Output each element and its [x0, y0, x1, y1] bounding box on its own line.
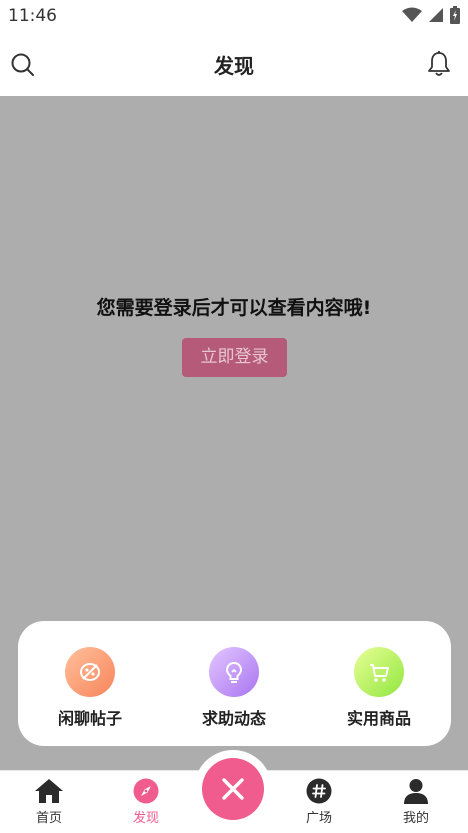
publish-menu: 闲聊帖子 求助动态 实用商品 — [18, 621, 451, 746]
publish-help-request-button[interactable]: 求助动态 — [179, 647, 289, 729]
battery-icon — [450, 6, 460, 24]
lightbulb-icon — [209, 647, 259, 697]
tab-discover[interactable]: 发现 — [116, 777, 176, 826]
wifi-icon — [402, 7, 422, 22]
tab-label: 首页 — [35, 811, 62, 826]
chat-post-icon — [65, 647, 115, 697]
login-required-message: 您需要登录后才可以查看内容哦! — [96, 297, 372, 319]
cart-icon — [354, 647, 404, 697]
publish-item-label: 实用商品 — [346, 709, 411, 728]
hashtag-icon — [306, 778, 332, 804]
bell-icon[interactable] — [426, 50, 452, 78]
tab-square[interactable]: 广场 — [289, 777, 349, 826]
login-button[interactable]: 立即登录 — [182, 338, 287, 377]
tab-me[interactable]: 我的 — [386, 777, 446, 826]
tab-label: 我的 — [402, 811, 429, 826]
compass-icon — [133, 778, 159, 804]
publish-chat-post-button[interactable]: 闲聊帖子 — [35, 647, 145, 729]
home-icon — [35, 779, 63, 803]
tab-label: 发现 — [132, 811, 159, 826]
status-icons — [402, 6, 460, 24]
publish-item-label: 闲聊帖子 — [57, 709, 122, 728]
close-icon — [222, 778, 244, 800]
modal-overlay[interactable]: 您需要登录后才可以查看内容哦! 立即登录 闲聊帖子 求助动态 实用商品 — [0, 96, 468, 770]
close-publish-button[interactable] — [202, 758, 264, 820]
publish-product-button[interactable]: 实用商品 — [324, 647, 434, 729]
status-bar: 11:46 — [0, 0, 468, 32]
person-icon — [404, 779, 428, 804]
tab-label: 广场 — [305, 811, 332, 826]
tab-home[interactable]: 首页 — [19, 777, 79, 826]
status-time: 11:46 — [8, 6, 57, 26]
page-title: 发现 — [214, 54, 254, 78]
top-app-bar: 发现 — [0, 32, 468, 96]
publish-item-label: 求助动态 — [201, 709, 266, 728]
signal-icon — [429, 8, 443, 22]
